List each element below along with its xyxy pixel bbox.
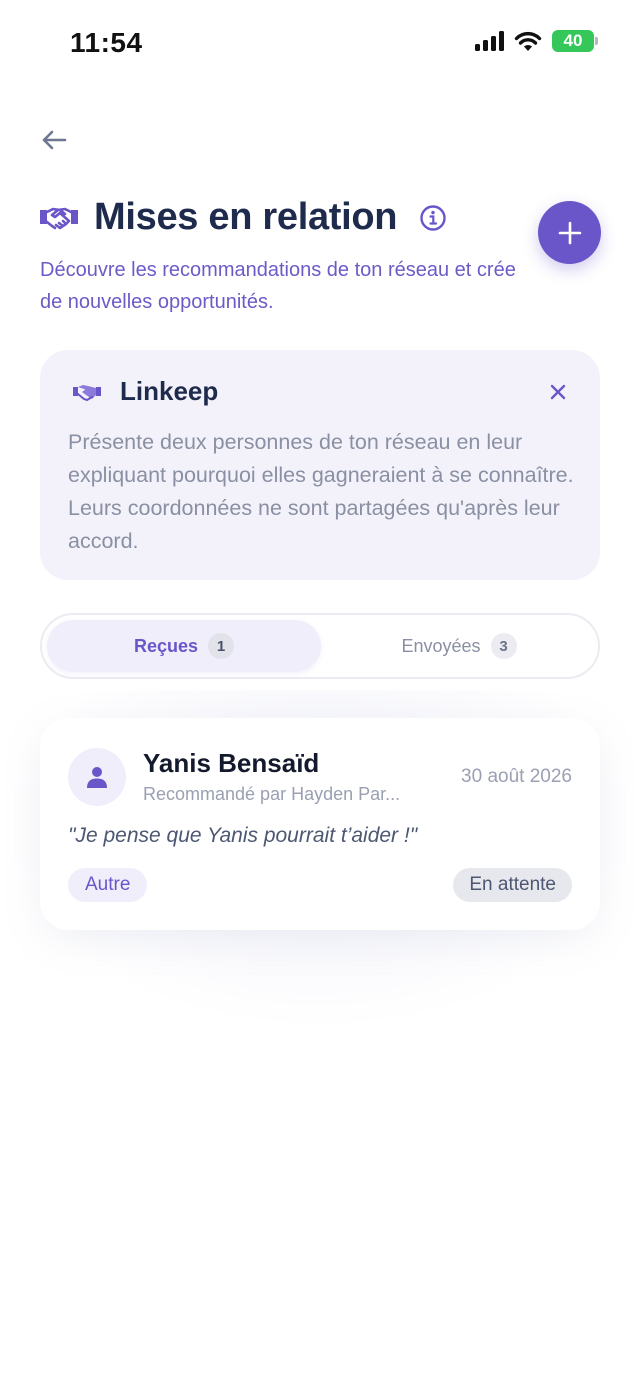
info-card-description: Présente deux personnes de ton réseau en… xyxy=(68,430,574,553)
info-card-header: Linkeep xyxy=(72,376,218,407)
battery-level: 40 xyxy=(563,31,583,50)
introductions-tabs: Reçues 1 Envoyées 3 xyxy=(40,613,600,679)
handshake-icon xyxy=(40,207,78,229)
battery-icon: 40 xyxy=(552,30,598,52)
add-introduction-button[interactable] xyxy=(538,201,601,264)
status-time: 11:54 xyxy=(70,27,143,58)
recommended-by: Recommandé par Hayden Par... xyxy=(143,784,401,804)
tab-label: Reçues xyxy=(133,635,199,656)
tab-label: Envoyées xyxy=(401,635,481,656)
cellular-signal-icon xyxy=(475,31,504,51)
tab-sent[interactable]: Envoyées 3 xyxy=(323,620,595,672)
status-badge: En attente xyxy=(453,868,572,902)
introduction-quote: "Je pense que Yanis pourrait t’aider !" xyxy=(68,824,418,847)
introduction-date: 30 août 2026 xyxy=(461,766,572,787)
tab-count-badge: 1 xyxy=(208,633,235,659)
avatar xyxy=(68,748,126,806)
introduction-card[interactable]: Yanis Bensaïd Recommandé par Hayden Par.… xyxy=(40,718,600,930)
category-chip: Autre xyxy=(68,868,148,902)
contact-name: Yanis Bensaïd xyxy=(143,748,320,778)
user-icon xyxy=(87,767,107,788)
page-subtitle: Découvre les recommandations de ton rése… xyxy=(40,259,516,313)
page-title: Mises en relation xyxy=(94,196,398,238)
status-icons: 40 xyxy=(475,30,598,52)
page-header: Mises en relation xyxy=(38,196,447,239)
close-info-card-button[interactable] xyxy=(546,380,570,404)
status-bar: 11:54 40 xyxy=(0,0,640,86)
info-icon[interactable] xyxy=(419,204,447,232)
tab-received[interactable]: Reçues 1 xyxy=(47,620,321,672)
plus-icon xyxy=(558,221,581,244)
tab-count-badge: 3 xyxy=(490,633,517,659)
linkeep-info-card: Linkeep Présente deux personnes de ton r… xyxy=(40,350,600,580)
back-button[interactable] xyxy=(36,122,72,158)
arrow-left-icon xyxy=(42,130,67,150)
info-card-title: Linkeep xyxy=(120,376,219,406)
wifi-icon xyxy=(514,31,542,51)
close-icon xyxy=(550,384,566,400)
handshake-icon xyxy=(73,384,101,401)
